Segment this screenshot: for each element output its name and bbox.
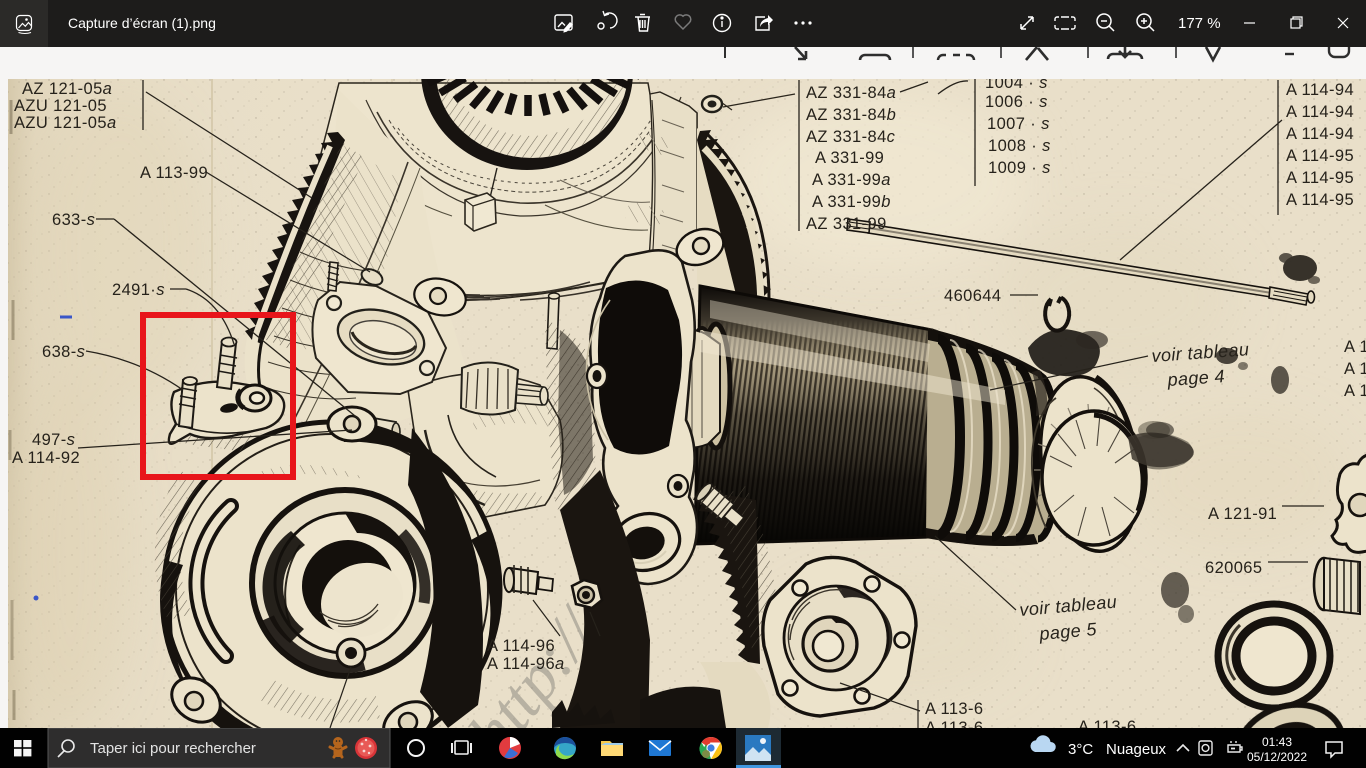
svg-text:1008 · s: 1008 · s [988, 137, 1051, 155]
svg-text:AZU 121-05a: AZU 121-05a [14, 114, 117, 132]
svg-text:1007 · s: 1007 · s [987, 115, 1050, 133]
svg-text:A 113-6: A 113-6 [925, 719, 983, 728]
svg-text:1004 · s: 1004 · s [985, 79, 1048, 92]
svg-text:A 331-99: A 331-99 [815, 149, 884, 167]
svg-text:A 113-6: A 113-6 [925, 700, 983, 718]
svg-text:AZ 121-05a: AZ 121-05a [22, 80, 112, 98]
svg-text:1009 · s: 1009 · s [988, 159, 1051, 177]
svg-text:A 114-94: A 114-94 [1286, 103, 1354, 121]
svg-text:A 114-94: A 114-94 [1286, 81, 1354, 99]
svg-text:A 113-6: A 113-6 [1078, 718, 1136, 728]
svg-text:01:43: 01:43 [1262, 735, 1292, 749]
svg-text:620065: 620065 [1205, 559, 1262, 577]
svg-text:A 1: A 1 [1344, 338, 1366, 356]
svg-text:AZ 331-84a: AZ 331-84a [806, 84, 896, 102]
svg-text:AZ 331-84c: AZ 331-84c [806, 128, 896, 146]
svg-text:A 113-99: A 113-99 [140, 164, 208, 182]
svg-text:A 114-96: A 114-96 [487, 637, 555, 655]
svg-text:A 114-96a: A 114-96a [487, 655, 565, 673]
svg-text:A 114-95: A 114-95 [1286, 147, 1354, 165]
svg-text:A 331-99b: A 331-99b [812, 193, 891, 211]
svg-text:638-s: 638-s [42, 343, 85, 361]
svg-text:497-s: 497-s [32, 431, 75, 449]
svg-text:AZU 121-05: AZU 121-05 [14, 97, 107, 115]
svg-text:05/12/2022: 05/12/2022 [1247, 750, 1307, 764]
svg-text:Taper ici pour rechercher: Taper ici pour rechercher [90, 740, 256, 757]
svg-text:2491·s: 2491·s [112, 281, 165, 299]
svg-text:177 %: 177 % [1178, 15, 1221, 32]
svg-text:A 114-92: A 114-92 [12, 449, 80, 467]
svg-text:A 331-99a: A 331-99a [812, 171, 891, 189]
svg-text:A 1: A 1 [1344, 382, 1366, 400]
svg-text:A 1: A 1 [1344, 360, 1366, 378]
svg-text:1006 · s: 1006 · s [985, 93, 1048, 111]
svg-text:A 114-95: A 114-95 [1286, 169, 1354, 187]
svg-text:Nuageux: Nuageux [1106, 741, 1167, 758]
svg-text:page 4: page 4 [1166, 366, 1226, 390]
svg-text:460644: 460644 [944, 287, 1001, 305]
svg-text:633-s: 633-s [52, 211, 95, 229]
svg-text:A 114-95: A 114-95 [1286, 191, 1354, 209]
svg-text:AZ 331-84b: AZ 331-84b [806, 106, 896, 124]
svg-text:A 121-91: A 121-91 [1208, 505, 1277, 523]
svg-text:A 114-94: A 114-94 [1286, 125, 1354, 143]
svg-text:AZ 331-99: AZ 331-99 [806, 215, 887, 233]
svg-text:3°C: 3°C [1068, 741, 1093, 758]
